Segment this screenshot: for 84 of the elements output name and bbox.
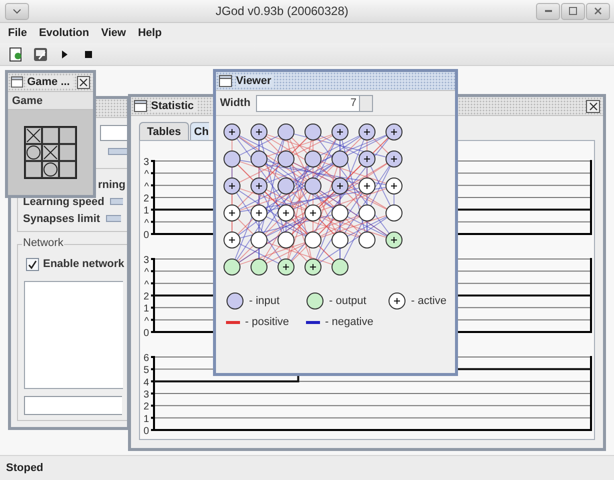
minimize-icon: [544, 10, 552, 12]
window-title: Statistic: [151, 100, 197, 112]
board-cell[interactable]: [42, 161, 59, 178]
tick-label: ^: [144, 267, 149, 278]
tick-label: 4: [143, 377, 149, 388]
legend-label: - negative: [325, 316, 374, 328]
tick-label: 3: [143, 157, 149, 168]
legend-label: - positive: [245, 316, 290, 328]
tick-label: 2: [143, 292, 149, 302]
board-cell[interactable]: [42, 144, 59, 161]
field-label: Synapses limit: [23, 212, 100, 224]
close-button[interactable]: [76, 76, 90, 88]
tick-label: 0: [143, 230, 149, 239]
check-icon: [28, 260, 37, 268]
tick-label: 1: [143, 414, 149, 425]
tab[interactable]: Ch: [190, 122, 209, 140]
status-text: Stoped: [6, 462, 44, 474]
cross-mark: [43, 145, 58, 160]
tick-label: 5: [143, 365, 149, 376]
slider-track[interactable]: [106, 215, 122, 222]
board-cell[interactable]: [25, 161, 42, 178]
minimize-button[interactable]: [536, 2, 560, 20]
menu-item[interactable]: View: [95, 25, 132, 41]
maximize-button[interactable]: [561, 2, 585, 20]
field-label: Width: [220, 97, 250, 109]
number-field[interactable]: 7: [256, 94, 360, 112]
tick-label: 3: [143, 390, 149, 400]
legend-label: - output: [329, 295, 366, 307]
board-cell[interactable]: [25, 144, 42, 161]
close-icon: [78, 78, 88, 86]
close-icon: [588, 102, 598, 110]
menu-item[interactable]: File: [2, 25, 33, 41]
menu-item[interactable]: Game: [12, 94, 43, 106]
group-title: Network: [22, 237, 64, 249]
tick-label: 1: [143, 304, 149, 315]
slider-track[interactable]: [108, 148, 127, 154]
tick-label: 0: [143, 328, 149, 337]
slider-track[interactable]: [110, 198, 124, 205]
list-box[interactable]: [24, 281, 123, 389]
tick-label: ^: [144, 279, 149, 290]
tick-label: 6: [143, 353, 149, 364]
tick-label: 0: [143, 426, 149, 435]
window-title: Game ...: [27, 76, 73, 88]
legend-label: - active: [411, 295, 446, 307]
field-label: Learning speed: [23, 196, 104, 208]
output-node-icon: [306, 292, 324, 310]
window-icon: [11, 76, 24, 88]
menu-item[interactable]: Evolution: [32, 25, 96, 41]
board-cell[interactable]: [59, 144, 76, 161]
board-cell[interactable]: [59, 127, 76, 144]
play-icon: [60, 50, 68, 58]
input-node-icon: [226, 292, 244, 310]
stop-icon: [84, 50, 92, 58]
board-cell[interactable]: [42, 127, 59, 144]
close-icon: [594, 7, 602, 15]
tick-label: 3: [143, 255, 149, 266]
maximize-icon: [569, 7, 577, 15]
tick-label: ^: [144, 218, 149, 229]
text-field[interactable]: [24, 396, 122, 415]
checkbox-label: Enable network: [43, 258, 124, 270]
close-button[interactable]: [586, 100, 600, 112]
text-field[interactable]: [100, 125, 127, 141]
tick-label: 1: [143, 206, 149, 217]
tick-label: ^: [144, 181, 149, 192]
legend-label: - input: [249, 295, 280, 307]
checkbox[interactable]: [26, 258, 39, 270]
window-icon: [134, 100, 147, 112]
field-label: rning: [98, 179, 126, 191]
menu-item[interactable]: Help: [132, 25, 168, 41]
tick-label: 2: [143, 194, 149, 204]
board-cell[interactable]: [59, 161, 76, 178]
window-icon: [219, 75, 232, 87]
window-menu-button[interactable]: [5, 2, 29, 20]
close-button[interactable]: [586, 2, 610, 20]
tick-label: ^: [144, 316, 149, 327]
document-icon: [9, 46, 23, 62]
active-node-icon: [388, 292, 406, 310]
tab[interactable]: Tables: [139, 122, 190, 140]
board-cell[interactable]: [25, 127, 42, 144]
chevron-icon: [13, 8, 21, 14]
window-title: Viewer: [236, 75, 274, 87]
tick-label: ^: [144, 169, 149, 180]
window-title: JGod v0.93b (20060328): [214, 4, 350, 18]
tick-label: 2: [143, 402, 149, 413]
